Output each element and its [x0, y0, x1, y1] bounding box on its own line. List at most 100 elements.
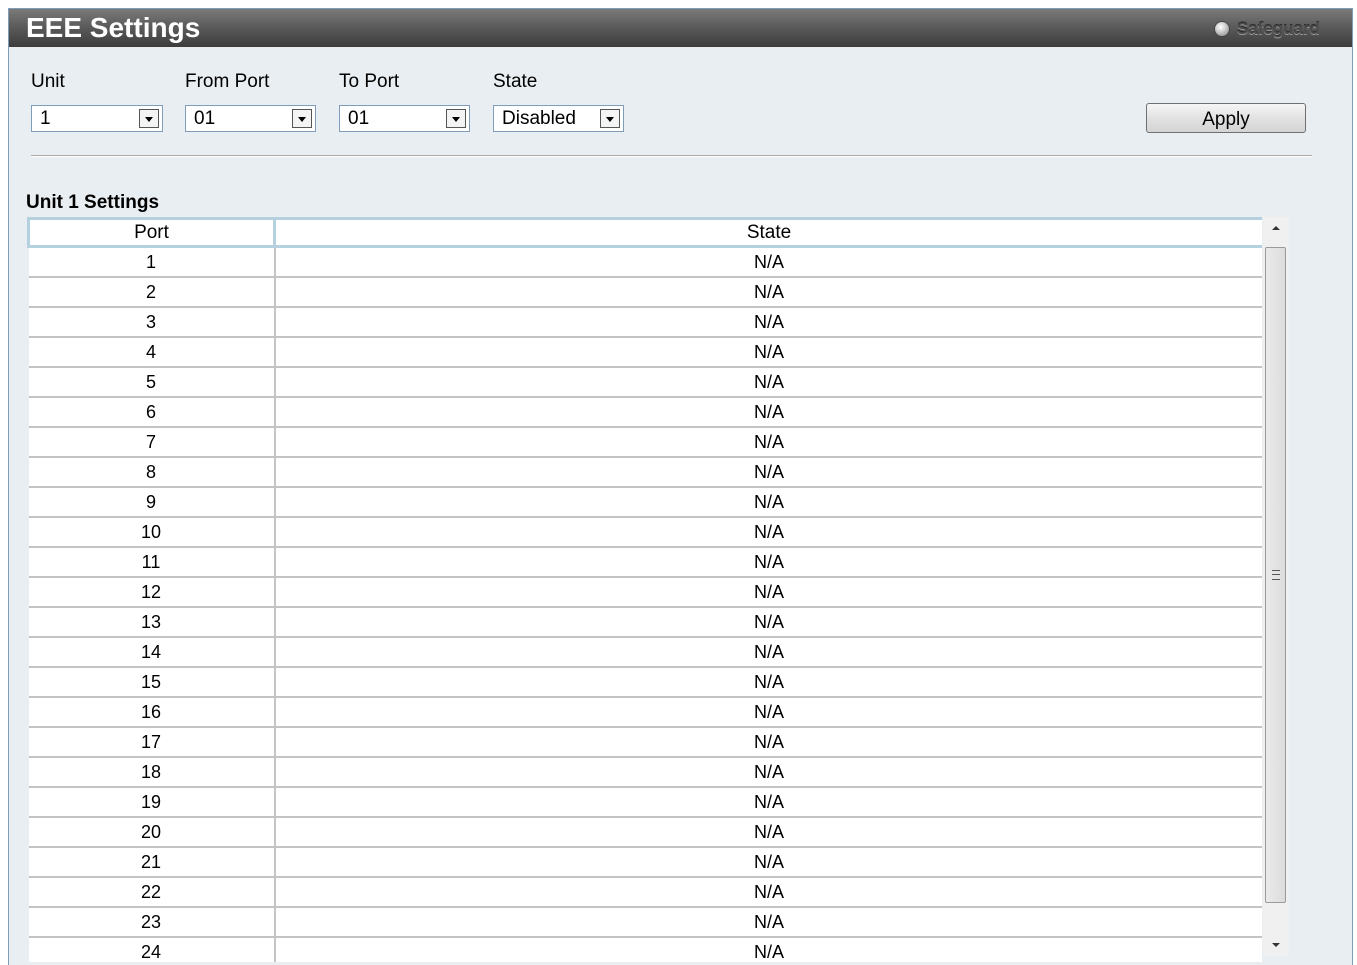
- chevron-down-icon[interactable]: [292, 109, 312, 128]
- state-cell: N/A: [274, 307, 1262, 338]
- port-cell: 4: [28, 337, 276, 368]
- eee-settings-panel: EEE Settings Safeguard Unit From Port To…: [8, 8, 1353, 965]
- chevron-down-icon[interactable]: [600, 109, 620, 128]
- apply-button[interactable]: Apply: [1146, 103, 1306, 133]
- state-select[interactable]: Disabled: [493, 105, 624, 132]
- chevron-down-icon[interactable]: [446, 109, 466, 128]
- section-title: Unit 1 Settings: [26, 192, 160, 213]
- table-row: 6 N/A: [28, 397, 1262, 428]
- table-row: 20 N/A: [28, 817, 1262, 848]
- scroll-down-arrow-icon[interactable]: [1263, 934, 1289, 956]
- state-cell: N/A: [274, 817, 1262, 848]
- table-row: 5 N/A: [28, 367, 1262, 398]
- state-cell: N/A: [274, 637, 1262, 668]
- unit-select-value: 1: [40, 108, 51, 129]
- table-row: 23 N/A: [28, 907, 1262, 938]
- column-header-state: State: [273, 217, 1262, 248]
- port-cell: 20: [28, 817, 276, 848]
- state-cell: N/A: [274, 547, 1262, 578]
- port-cell: 8: [28, 457, 276, 488]
- page-title: EEE Settings: [26, 12, 201, 43]
- state-label: State: [493, 71, 538, 92]
- table-row: 3 N/A: [28, 307, 1262, 338]
- port-cell: 10: [28, 517, 276, 548]
- from-port-select-value: 01: [194, 108, 216, 129]
- table-row: 16 N/A: [28, 697, 1262, 728]
- port-cell: 13: [28, 607, 276, 638]
- state-select-value: Disabled: [502, 108, 576, 129]
- from-port-label: From Port: [185, 71, 270, 92]
- unit-select[interactable]: 1: [31, 105, 163, 132]
- table-row: 8 N/A: [28, 457, 1262, 488]
- port-cell: 24: [28, 937, 276, 962]
- state-cell: N/A: [274, 246, 1262, 278]
- port-cell: 7: [28, 427, 276, 458]
- state-cell: N/A: [274, 337, 1262, 368]
- port-cell: 18: [28, 757, 276, 788]
- state-cell: N/A: [274, 577, 1262, 608]
- table-row: 1 N/A: [28, 246, 1262, 278]
- table-row: 17 N/A: [28, 727, 1262, 758]
- state-cell: N/A: [274, 757, 1262, 788]
- title-bar: EEE Settings Safeguard: [9, 9, 1352, 47]
- table-header-row: Port State: [27, 217, 1262, 248]
- state-cell: N/A: [274, 397, 1262, 428]
- state-cell: N/A: [274, 277, 1262, 308]
- port-cell: 2: [28, 277, 276, 308]
- state-cell: N/A: [274, 367, 1262, 398]
- to-port-select[interactable]: 01: [339, 105, 470, 132]
- port-cell: 17: [28, 727, 276, 758]
- table-row: 14 N/A: [28, 637, 1262, 668]
- state-cell: N/A: [274, 937, 1262, 962]
- port-cell: 9: [28, 487, 276, 518]
- state-cell: N/A: [274, 907, 1262, 938]
- table-scrollbar[interactable]: [1263, 217, 1289, 956]
- state-cell: N/A: [274, 457, 1262, 488]
- to-port-label: To Port: [339, 71, 400, 92]
- to-port-select-value: 01: [348, 108, 370, 129]
- state-cell: N/A: [274, 427, 1262, 458]
- table-row: 10 N/A: [28, 517, 1262, 548]
- table-row: 19 N/A: [28, 787, 1262, 818]
- port-cell: 6: [28, 397, 276, 428]
- state-cell: N/A: [274, 877, 1262, 908]
- state-cell: N/A: [274, 847, 1262, 878]
- table-row: 9 N/A: [28, 487, 1262, 518]
- port-cell: 5: [28, 367, 276, 398]
- safeguard-indicator[interactable]: Safeguard: [1214, 19, 1320, 39]
- state-cell: N/A: [274, 487, 1262, 518]
- grip-icon: [1272, 570, 1280, 580]
- table-row: 22 N/A: [28, 877, 1262, 908]
- from-port-select[interactable]: 01: [185, 105, 316, 132]
- state-cell: N/A: [274, 607, 1262, 638]
- table-row: 18 N/A: [28, 757, 1262, 788]
- state-cell: N/A: [274, 727, 1262, 758]
- port-cell: 22: [28, 877, 276, 908]
- table-row: 13 N/A: [28, 607, 1262, 638]
- table-row: 2 N/A: [28, 277, 1262, 308]
- state-cell: N/A: [274, 517, 1262, 548]
- table-row: 7 N/A: [28, 427, 1262, 458]
- port-cell: 14: [28, 637, 276, 668]
- unit-label: Unit: [31, 71, 65, 92]
- port-cell: 12: [28, 577, 276, 608]
- scroll-up-arrow-icon[interactable]: [1263, 217, 1289, 239]
- column-header-port: Port: [27, 217, 276, 248]
- table-row: 12 N/A: [28, 577, 1262, 608]
- port-cell: 11: [28, 547, 276, 578]
- settings-table: Port State 1 N/A 2 N/A 3 N/A 4 N/A 5 N/A 6 N/A 7 N/A 8…: [27, 217, 1262, 962]
- port-cell: 19: [28, 787, 276, 818]
- port-cell: 21: [28, 847, 276, 878]
- safeguard-label: Safeguard: [1236, 19, 1320, 38]
- port-cell: 15: [28, 667, 276, 698]
- divider: [31, 155, 1312, 157]
- settings-table-container: Port State 1 N/A 2 N/A 3 N/A 4 N/A 5 N/A 6 N/A 7 N/A 8…: [27, 217, 1262, 962]
- state-cell: N/A: [274, 787, 1262, 818]
- chevron-down-icon[interactable]: [139, 109, 159, 128]
- table-row: 11 N/A: [28, 547, 1262, 578]
- port-cell: 23: [28, 907, 276, 938]
- port-cell: 3: [28, 307, 276, 338]
- port-cell: 1: [28, 246, 276, 278]
- scrollbar-thumb[interactable]: [1265, 247, 1286, 903]
- state-cell: N/A: [274, 697, 1262, 728]
